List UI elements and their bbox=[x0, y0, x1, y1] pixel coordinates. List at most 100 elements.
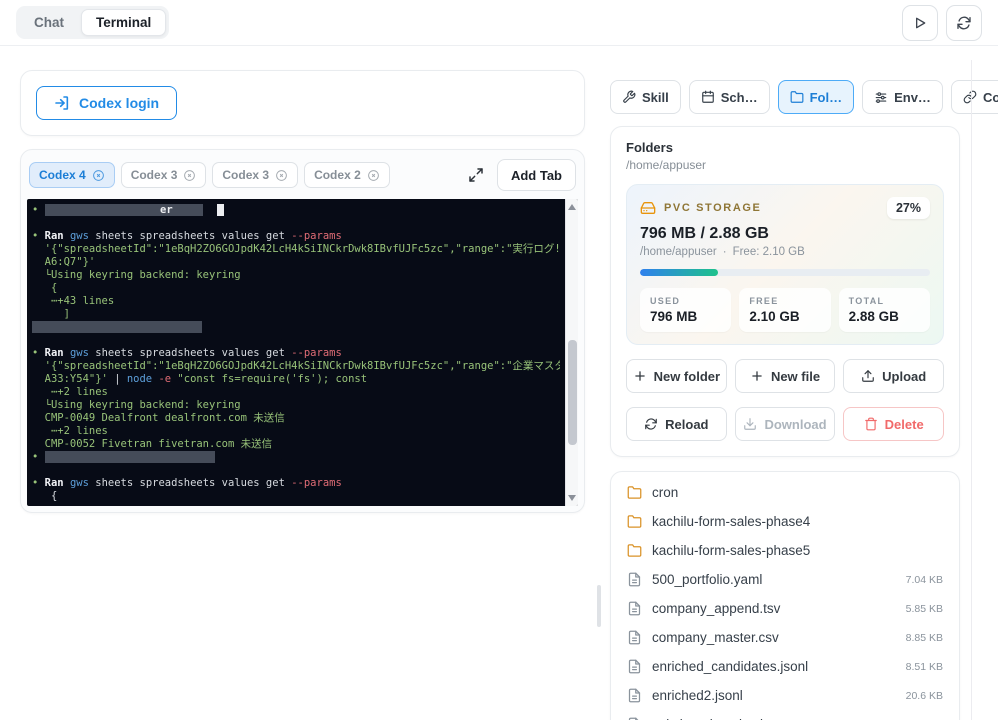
codex-login-label: Codex login bbox=[79, 95, 159, 111]
terminal-scrollbar[interactable] bbox=[565, 199, 578, 506]
view-switcher: Chat Terminal bbox=[16, 6, 169, 39]
terminal-line: • Ran gws sheets spreadsheets values get… bbox=[32, 477, 560, 490]
list-item[interactable]: 500_portfolio.yaml7.04 KB bbox=[611, 565, 959, 594]
tab-skill[interactable]: Skill bbox=[610, 80, 681, 114]
list-item[interactable]: kachilu-form-sales-phase4 bbox=[611, 507, 959, 536]
terminal-tab-codex3a[interactable]: Codex 3 bbox=[121, 162, 207, 188]
plus-icon bbox=[750, 369, 764, 383]
header-actions bbox=[902, 5, 982, 41]
file-size: 8.85 KB bbox=[906, 632, 943, 644]
terminal-tab-codex4[interactable]: Codex 4 bbox=[29, 162, 115, 188]
delete-button[interactable]: Delete bbox=[843, 407, 944, 441]
codex-login-button[interactable]: Codex login bbox=[36, 86, 177, 120]
close-icon[interactable] bbox=[92, 169, 105, 182]
file-size: 8.51 KB bbox=[906, 661, 943, 673]
app-window: Chat Terminal Codex login bbox=[0, 0, 998, 720]
terminal-line: CMP-0049 Dealfront dealfront.com 未送信 bbox=[32, 412, 560, 425]
refresh-icon bbox=[956, 15, 972, 31]
terminal-line: A33:Y54"}' | node -e "const fs=require('… bbox=[32, 373, 560, 386]
terminal-line bbox=[32, 321, 560, 334]
tab-label: Sch… bbox=[721, 90, 758, 105]
stat-free: FREE 2.10 GB bbox=[739, 288, 830, 332]
upload-button[interactable]: Upload bbox=[843, 359, 944, 393]
tab-schedule[interactable]: Sch… bbox=[689, 80, 770, 114]
terminal-card: Codex 4 Codex 3 Codex 3 Codex 2 bbox=[20, 149, 585, 513]
panel-divider bbox=[971, 60, 972, 720]
reload-icon bbox=[644, 417, 658, 431]
terminal-tab-codex3b[interactable]: Codex 3 bbox=[212, 162, 298, 188]
terminal-screen[interactable]: • er • Ran gws sheets spreadsheets value… bbox=[27, 199, 578, 506]
calendar-icon bbox=[701, 90, 715, 104]
storage-subline: /home/appuser · Free: 2.10 GB bbox=[640, 246, 930, 258]
tab-label: Co… bbox=[983, 90, 998, 105]
file-size: 7.04 KB bbox=[906, 574, 943, 586]
tab-folders[interactable]: Fol… bbox=[778, 80, 855, 114]
file-name: cron bbox=[652, 485, 678, 500]
scrollbar-thumb[interactable] bbox=[568, 340, 577, 444]
list-item[interactable]: company_append.tsv5.85 KB bbox=[611, 594, 959, 623]
terminal-line: ] bbox=[32, 308, 560, 321]
storage-stats: USED 796 MB FREE 2.10 GB TOTAL 2.88 GB bbox=[640, 288, 930, 332]
tab-label: Fol… bbox=[810, 90, 843, 105]
terminal-line: ⋯+2 lines bbox=[32, 386, 560, 399]
file-actions-row1: New folder New file Upload bbox=[626, 359, 944, 393]
download-button[interactable]: Download bbox=[735, 407, 836, 441]
folder-icon bbox=[627, 514, 642, 529]
close-icon[interactable] bbox=[367, 169, 380, 182]
storage-card: PVC STORAGE 27% 796 MB / 2.88 GB /home/a… bbox=[626, 184, 944, 345]
page-scrollbar-thumb[interactable] bbox=[597, 585, 601, 627]
list-item[interactable]: cron bbox=[611, 478, 959, 507]
terminal-line: { bbox=[32, 490, 560, 503]
terminal-line: └Using keyring backend: keyring bbox=[32, 399, 560, 412]
expand-icon bbox=[468, 167, 484, 183]
terminal-line: '{"spreadsheetId":"1eBqH2ZO6GOJpdK42LcH4… bbox=[32, 360, 560, 373]
reload-button[interactable]: Reload bbox=[626, 407, 727, 441]
terminal-tab-codex2[interactable]: Codex 2 bbox=[304, 162, 390, 188]
terminal-line bbox=[32, 464, 560, 477]
folder-icon bbox=[627, 543, 642, 558]
upload-label: Upload bbox=[882, 369, 926, 384]
file-icon bbox=[627, 630, 642, 645]
download-icon bbox=[743, 417, 757, 431]
terminal-tab-label: Codex 3 bbox=[131, 168, 178, 182]
reload-label: Reload bbox=[665, 417, 708, 432]
tab-chat[interactable]: Chat bbox=[19, 9, 79, 36]
terminal-line bbox=[32, 503, 560, 506]
add-tab-button[interactable]: Add Tab bbox=[497, 159, 576, 191]
right-tabbar: Skill Sch… Fol… Env… Co… bbox=[610, 80, 960, 114]
new-folder-button[interactable]: New folder bbox=[626, 359, 727, 393]
list-item[interactable]: existing_domains.json601 B bbox=[611, 710, 959, 720]
run-button[interactable] bbox=[902, 5, 938, 41]
file-icon bbox=[627, 601, 642, 616]
terminal-line: A6:Q7"}' bbox=[32, 256, 560, 269]
list-item[interactable]: enriched_candidates.jsonl8.51 KB bbox=[611, 652, 959, 681]
scroll-up-icon[interactable] bbox=[568, 204, 576, 210]
list-item[interactable]: company_master.csv8.85 KB bbox=[611, 623, 959, 652]
login-card: Codex login bbox=[20, 70, 585, 136]
scroll-down-icon[interactable] bbox=[568, 495, 576, 501]
refresh-button[interactable] bbox=[946, 5, 982, 41]
file-icon bbox=[627, 659, 642, 674]
tab-terminal[interactable]: Terminal bbox=[81, 9, 166, 36]
terminal-line bbox=[32, 217, 560, 230]
close-icon[interactable] bbox=[275, 169, 288, 182]
file-size: 20.6 KB bbox=[906, 690, 943, 702]
right-panel: Skill Sch… Fol… Env… Co… Fold bbox=[610, 80, 960, 720]
new-file-button[interactable]: New file bbox=[735, 359, 836, 393]
list-item[interactable]: enriched2.jsonl 20.6 KB bbox=[611, 681, 959, 710]
tab-env[interactable]: Env… bbox=[862, 80, 943, 114]
terminal-line: └Using keyring backend: keyring bbox=[32, 269, 560, 282]
expand-terminal-button[interactable] bbox=[461, 160, 491, 190]
tab-connections[interactable]: Co… bbox=[951, 80, 998, 114]
file-name: enriched2.jsonl bbox=[652, 688, 743, 703]
tab-label: Env… bbox=[894, 90, 931, 105]
terminal-line bbox=[32, 334, 560, 347]
list-item[interactable]: kachilu-form-sales-phase5 bbox=[611, 536, 959, 565]
close-icon[interactable] bbox=[183, 169, 196, 182]
new-folder-label: New folder bbox=[654, 369, 720, 384]
storage-progress-fill bbox=[640, 269, 718, 276]
new-file-label: New file bbox=[771, 369, 820, 384]
stat-used: USED 796 MB bbox=[640, 288, 731, 332]
stat-label: FREE bbox=[749, 296, 820, 306]
file-actions-row2: Reload Download Delete bbox=[626, 407, 944, 441]
